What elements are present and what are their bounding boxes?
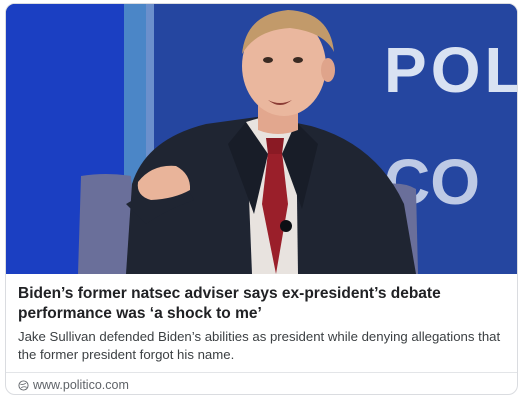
article-headline[interactable]: Biden’s former natsec adviser says ex-pr… bbox=[18, 284, 505, 324]
article-source[interactable]: www.politico.com bbox=[6, 373, 517, 392]
backdrop-logo-text: POLIT bbox=[384, 34, 517, 106]
article-photo[interactable]: POLIT CO bbox=[6, 4, 517, 274]
article-description: Jake Sullivan defended Biden’s abilities… bbox=[18, 329, 501, 362]
news-card[interactable]: POLIT CO bbox=[5, 3, 518, 395]
speaker-photo-illustration: POLIT CO bbox=[6, 4, 517, 274]
globe-icon bbox=[18, 379, 29, 391]
source-domain[interactable]: www.politico.com bbox=[33, 378, 129, 392]
